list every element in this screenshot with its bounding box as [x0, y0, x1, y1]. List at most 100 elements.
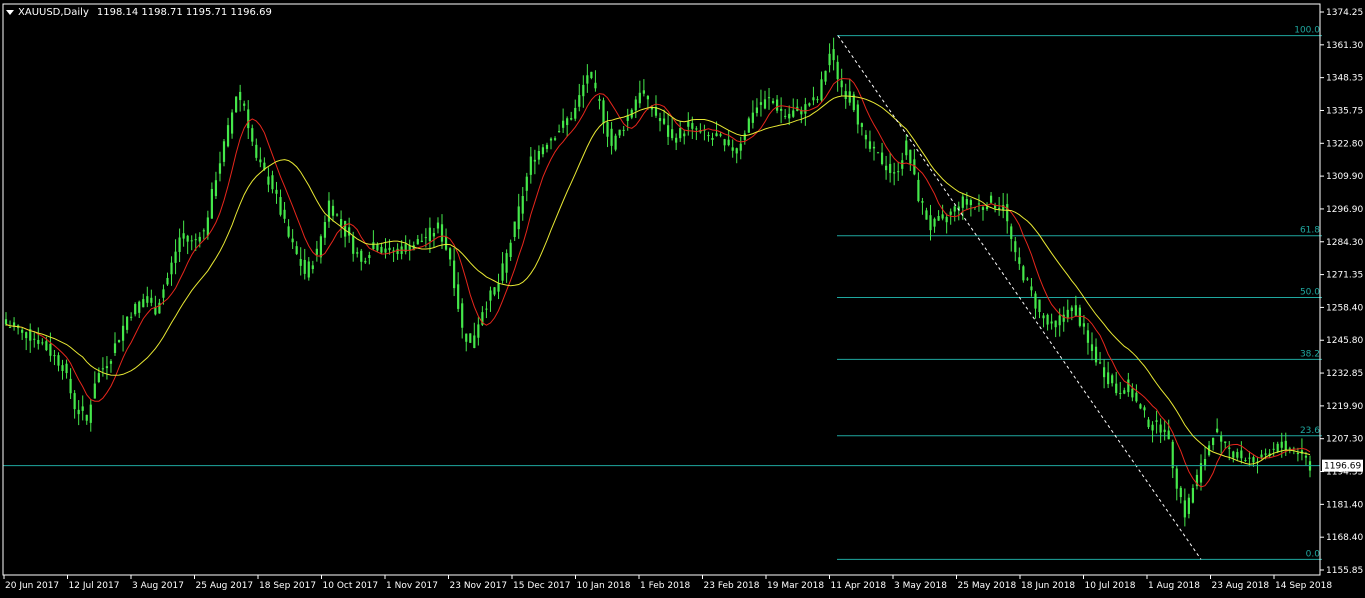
candle-body — [368, 255, 371, 258]
candle-body — [138, 301, 141, 313]
candle-body — [432, 232, 436, 237]
candle-body — [497, 283, 500, 292]
candle-body — [206, 217, 209, 236]
candle-body — [1167, 430, 1170, 440]
candle-body — [267, 176, 270, 185]
candle-body — [566, 118, 569, 126]
candle-body — [49, 343, 52, 356]
candle-body — [170, 262, 173, 275]
candle-body — [469, 333, 472, 343]
candle-body — [1070, 307, 1073, 312]
price-chart[interactable]: 100.0 61.8 50.0 38.2 23.6 0.0 1374.25 1361.30 1… — [0, 0, 1365, 598]
candle-body — [457, 284, 460, 309]
candle-body — [1123, 390, 1126, 394]
candle-body — [360, 250, 363, 262]
collapse-arrow-icon[interactable] — [6, 9, 14, 15]
candle-body — [1050, 321, 1053, 324]
candle-body — [1183, 500, 1186, 518]
candle-body — [424, 237, 427, 239]
fib-level-label: 38.2 — [1300, 349, 1320, 359]
y-tick-label: 1309.90 — [1326, 172, 1363, 182]
candle-body — [606, 121, 609, 137]
candle-body — [727, 139, 730, 146]
candle-body — [295, 246, 298, 254]
candle-body — [816, 99, 819, 101]
candle-body — [178, 237, 181, 252]
candle-body — [105, 366, 109, 369]
candle-body — [146, 296, 149, 303]
candle-body — [1220, 435, 1223, 442]
candle-body — [691, 123, 694, 129]
candle-body — [85, 414, 88, 421]
candle-body — [57, 355, 60, 366]
candle-body — [1010, 226, 1013, 239]
candle-body — [662, 118, 666, 124]
candle-body — [428, 227, 432, 242]
candle-body — [622, 129, 625, 131]
candle-body — [598, 98, 601, 101]
y-tick-label: 1232.85 — [1326, 369, 1363, 379]
candle-body — [582, 84, 585, 97]
candle-body — [1058, 315, 1061, 326]
candle-body — [41, 342, 44, 344]
candle-body — [763, 99, 767, 109]
candle-body — [985, 206, 989, 210]
candle-body — [679, 128, 682, 139]
candle-body — [513, 221, 516, 237]
candle-body — [977, 203, 981, 205]
candle-body — [222, 141, 226, 162]
candle-body — [493, 287, 496, 295]
x-tick-label: 25 Aug 2017 — [196, 581, 254, 591]
candle-body — [1179, 487, 1182, 498]
candle-body — [61, 365, 64, 371]
candle-body — [1103, 367, 1106, 378]
candle-body — [275, 189, 278, 194]
candle-body — [142, 299, 145, 308]
x-tick-label: 10 Oct 2017 — [323, 581, 379, 591]
chart-header[interactable]: XAUUSD,Daily 1198.14 1198.71 1195.71 119… — [6, 4, 272, 20]
candle-body — [339, 219, 343, 226]
candle-body — [73, 393, 76, 410]
candle-body — [610, 128, 613, 146]
candle-body — [396, 248, 399, 255]
candle-body — [949, 211, 952, 215]
y-tick-label: 1219.90 — [1326, 402, 1363, 412]
candle-body — [937, 215, 940, 221]
y-tick-label: 1284.30 — [1326, 238, 1363, 248]
candle-body — [303, 259, 306, 274]
candle-body — [352, 235, 355, 254]
candle-body — [844, 91, 847, 100]
candle-body — [255, 144, 258, 158]
candle-body — [521, 196, 524, 214]
x-tick-label: 1 Feb 2018 — [640, 581, 691, 591]
candle-body — [1272, 448, 1275, 450]
candle-body — [618, 129, 621, 136]
x-tick-label: 11 Apr 2018 — [831, 581, 887, 591]
candle-body — [961, 196, 964, 208]
candle-body — [287, 226, 290, 237]
candle-body — [868, 141, 872, 149]
candle-body — [1046, 314, 1049, 325]
candle-body — [1296, 452, 1299, 455]
candle-body — [130, 316, 133, 318]
candle-body — [880, 152, 884, 165]
candle-body — [230, 112, 234, 134]
candle-body — [848, 91, 851, 103]
candle-body — [1074, 305, 1077, 316]
y-tick-label: 1322.80 — [1326, 139, 1363, 149]
candle-body — [444, 236, 448, 250]
candle-body — [570, 118, 573, 120]
candle-body — [283, 209, 286, 219]
candle-body — [602, 100, 605, 124]
candle-body — [1026, 278, 1029, 280]
candle-body — [836, 61, 839, 80]
candle-body — [1119, 393, 1122, 395]
candle-body — [945, 216, 948, 223]
y-tick-label: 1168.40 — [1326, 533, 1363, 543]
candle-body — [594, 82, 597, 89]
candle-body — [1224, 441, 1227, 444]
candle-body — [117, 340, 121, 343]
candle-body — [33, 338, 36, 340]
candle-body — [505, 253, 508, 273]
y-tick-label: 1374.25 — [1326, 8, 1363, 18]
